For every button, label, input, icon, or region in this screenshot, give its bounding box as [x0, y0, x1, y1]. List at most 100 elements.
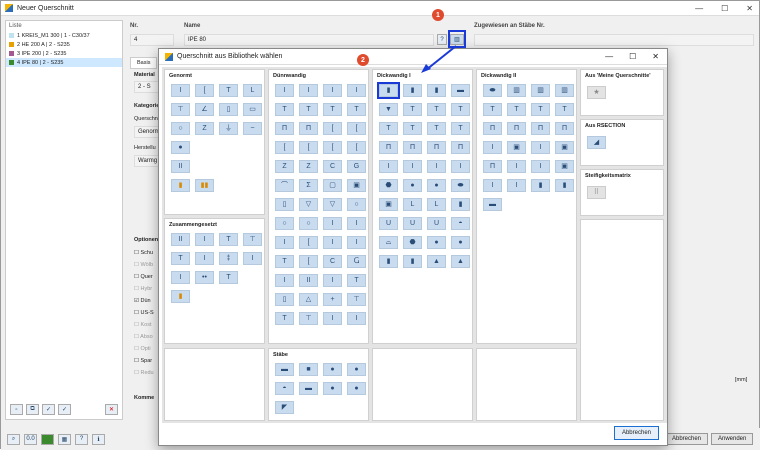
- thick-i4-icon[interactable]: I: [451, 160, 470, 173]
- thin-c4-icon[interactable]: [: [299, 141, 318, 154]
- thick2-i4-icon[interactable]: I: [531, 160, 550, 173]
- thick2-rect-icon[interactable]: ▮: [531, 179, 550, 192]
- bar-flat2-icon[interactable]: ▬: [299, 382, 318, 395]
- thin-i12-icon[interactable]: I: [323, 274, 342, 287]
- thick-i3-icon[interactable]: I: [427, 160, 446, 173]
- nr-field[interactable]: 4: [130, 34, 174, 46]
- thick-pi-icon[interactable]: Π: [379, 141, 398, 154]
- option-checkbox[interactable]: ☐ US-S: [134, 310, 154, 322]
- option-checkbox[interactable]: ☐ Opti: [134, 346, 154, 358]
- rect-hollow-icon[interactable]: ▭: [243, 103, 262, 116]
- composite-timber-icon[interactable]: ▮: [171, 290, 190, 303]
- thin-hat-icon[interactable]: ⌒: [275, 179, 294, 192]
- thick-pi3-icon[interactable]: Π: [427, 141, 446, 154]
- thin-z-icon[interactable]: Z: [275, 160, 294, 173]
- rsection-icon[interactable]: ◢: [587, 136, 606, 149]
- thin-box2-icon[interactable]: ▣: [347, 179, 366, 192]
- option-checkbox[interactable]: ☐ Hybr: [134, 286, 154, 298]
- t-section-icon[interactable]: T: [219, 84, 238, 97]
- thick-u3-icon[interactable]: U: [427, 217, 446, 230]
- thin-pi2-icon[interactable]: Π: [299, 122, 318, 135]
- timber-double-icon[interactable]: ▮▮: [195, 179, 214, 192]
- timber-rect-icon[interactable]: ▮: [171, 179, 190, 192]
- rect-hollow-icon[interactable]: ▯: [219, 103, 238, 116]
- list-item[interactable]: 3 IPE 200 | 2 - S235: [6, 49, 122, 58]
- thick2-pi-icon[interactable]: Π: [483, 122, 502, 135]
- thin-box3-icon[interactable]: ▯: [275, 293, 294, 306]
- i-section-icon[interactable]: I: [171, 84, 190, 97]
- thick-circle3-icon[interactable]: ●: [427, 236, 446, 249]
- thick2-box2-icon[interactable]: ▣: [555, 141, 574, 154]
- thick2-box3-icon[interactable]: ▣: [555, 160, 574, 173]
- sheet-pile-icon[interactable]: ~: [243, 122, 262, 135]
- close-icon[interactable]: ✕: [746, 4, 753, 13]
- thin-c12-icon[interactable]: Ⴚ: [347, 255, 366, 268]
- composite-i4-icon[interactable]: I: [243, 252, 262, 265]
- thick-bolt3-icon[interactable]: ▲: [427, 255, 446, 268]
- bar-flat-icon[interactable]: ▬: [275, 363, 294, 376]
- thick-oct2-icon[interactable]: ⬣: [403, 236, 422, 249]
- close-icon[interactable]: ✕: [652, 52, 659, 61]
- thick-rect4-icon[interactable]: ▬: [451, 84, 470, 97]
- bar-round4-icon[interactable]: ●: [347, 382, 366, 395]
- composite-ii-icon[interactable]: II: [171, 233, 190, 246]
- thick-circle2-icon[interactable]: ●: [427, 179, 446, 192]
- thick2-pi3-icon[interactable]: Π: [531, 122, 550, 135]
- thick2-ribs3-icon[interactable]: ▥: [555, 84, 574, 97]
- thick-box-icon[interactable]: ▣: [379, 198, 398, 211]
- thin-tee-icon[interactable]: ⊤: [347, 293, 366, 306]
- bar-round-icon[interactable]: ●: [323, 363, 342, 376]
- thin-i8-icon[interactable]: I: [323, 236, 342, 249]
- thin-circle2-icon[interactable]: ○: [275, 217, 294, 230]
- thick-u-icon[interactable]: U: [379, 217, 398, 230]
- thick-trap-icon[interactable]: ▼: [379, 103, 398, 116]
- maximize-icon[interactable]: ☐: [629, 52, 636, 61]
- thick2-t4-icon[interactable]: T: [555, 103, 574, 116]
- composite-dots-icon[interactable]: ••: [195, 271, 214, 284]
- option-checkbox[interactable]: ☐ Spar: [134, 358, 154, 370]
- z-section-icon[interactable]: Z: [195, 122, 214, 135]
- dialog-cancel-button[interactable]: Abbrechen: [613, 426, 659, 440]
- thin-c2-icon[interactable]: [: [347, 122, 366, 135]
- table-icon[interactable]: ▦: [58, 433, 71, 445]
- rail-icon[interactable]: ⏚: [219, 122, 238, 135]
- thin-t2-icon[interactable]: T: [299, 103, 318, 116]
- main-cancel-button[interactable]: Abbrechen: [665, 433, 709, 445]
- matrix-icon[interactable]: ⠿: [587, 186, 606, 199]
- composite-i2-icon[interactable]: I: [195, 252, 214, 265]
- thick2-t3-icon[interactable]: T: [531, 103, 550, 116]
- warmg-field[interactable]: Warmg: [134, 155, 160, 167]
- assigned-field[interactable]: [474, 34, 754, 46]
- thick2-t2-icon[interactable]: T: [507, 103, 526, 116]
- thin-circle3-icon[interactable]: ○: [299, 217, 318, 230]
- thin-t6-icon[interactable]: T: [347, 274, 366, 287]
- double-i-icon[interactable]: II: [171, 160, 190, 173]
- thick-t7-icon[interactable]: T: [451, 122, 470, 135]
- thin-i11-icon[interactable]: II: [299, 274, 318, 287]
- thin-circle-icon[interactable]: ○: [347, 198, 366, 211]
- thin-tri2-icon[interactable]: ▽: [323, 198, 342, 211]
- thin-tee2-icon[interactable]: ⊤: [299, 312, 318, 325]
- thick2-ribs2-icon[interactable]: ▥: [531, 84, 550, 97]
- thin-t5-icon[interactable]: T: [275, 255, 294, 268]
- option-checkbox[interactable]: ☐ Abso: [134, 334, 154, 346]
- thin-i6-icon[interactable]: I: [347, 217, 366, 230]
- bar-tri-icon[interactable]: ◤: [275, 401, 294, 414]
- thin-box-icon[interactable]: ▢: [323, 179, 342, 192]
- thin-tri-icon[interactable]: ▽: [299, 198, 318, 211]
- thick-i-icon[interactable]: I: [379, 160, 398, 173]
- thick-i2-icon[interactable]: I: [403, 160, 422, 173]
- thick-l2-icon[interactable]: L: [427, 198, 446, 211]
- thick-bolt2-icon[interactable]: ▮: [403, 255, 422, 268]
- thin-i3-icon[interactable]: I: [323, 84, 342, 97]
- thick2-ribs-icon[interactable]: ▥: [507, 84, 526, 97]
- thick-pi4-icon[interactable]: Π: [451, 141, 470, 154]
- thick2-t-icon[interactable]: T: [483, 103, 502, 116]
- thick2-flat-icon[interactable]: ▬: [483, 198, 502, 211]
- minimize-icon[interactable]: —: [695, 4, 703, 13]
- thick2-oval-icon[interactable]: ⬬: [483, 84, 502, 97]
- thick-circle4-icon[interactable]: ●: [451, 236, 470, 249]
- thick-bolt-icon[interactable]: ▮: [379, 255, 398, 268]
- units-icon[interactable]: 0.0: [24, 433, 37, 445]
- thick-t-icon[interactable]: T: [403, 103, 422, 116]
